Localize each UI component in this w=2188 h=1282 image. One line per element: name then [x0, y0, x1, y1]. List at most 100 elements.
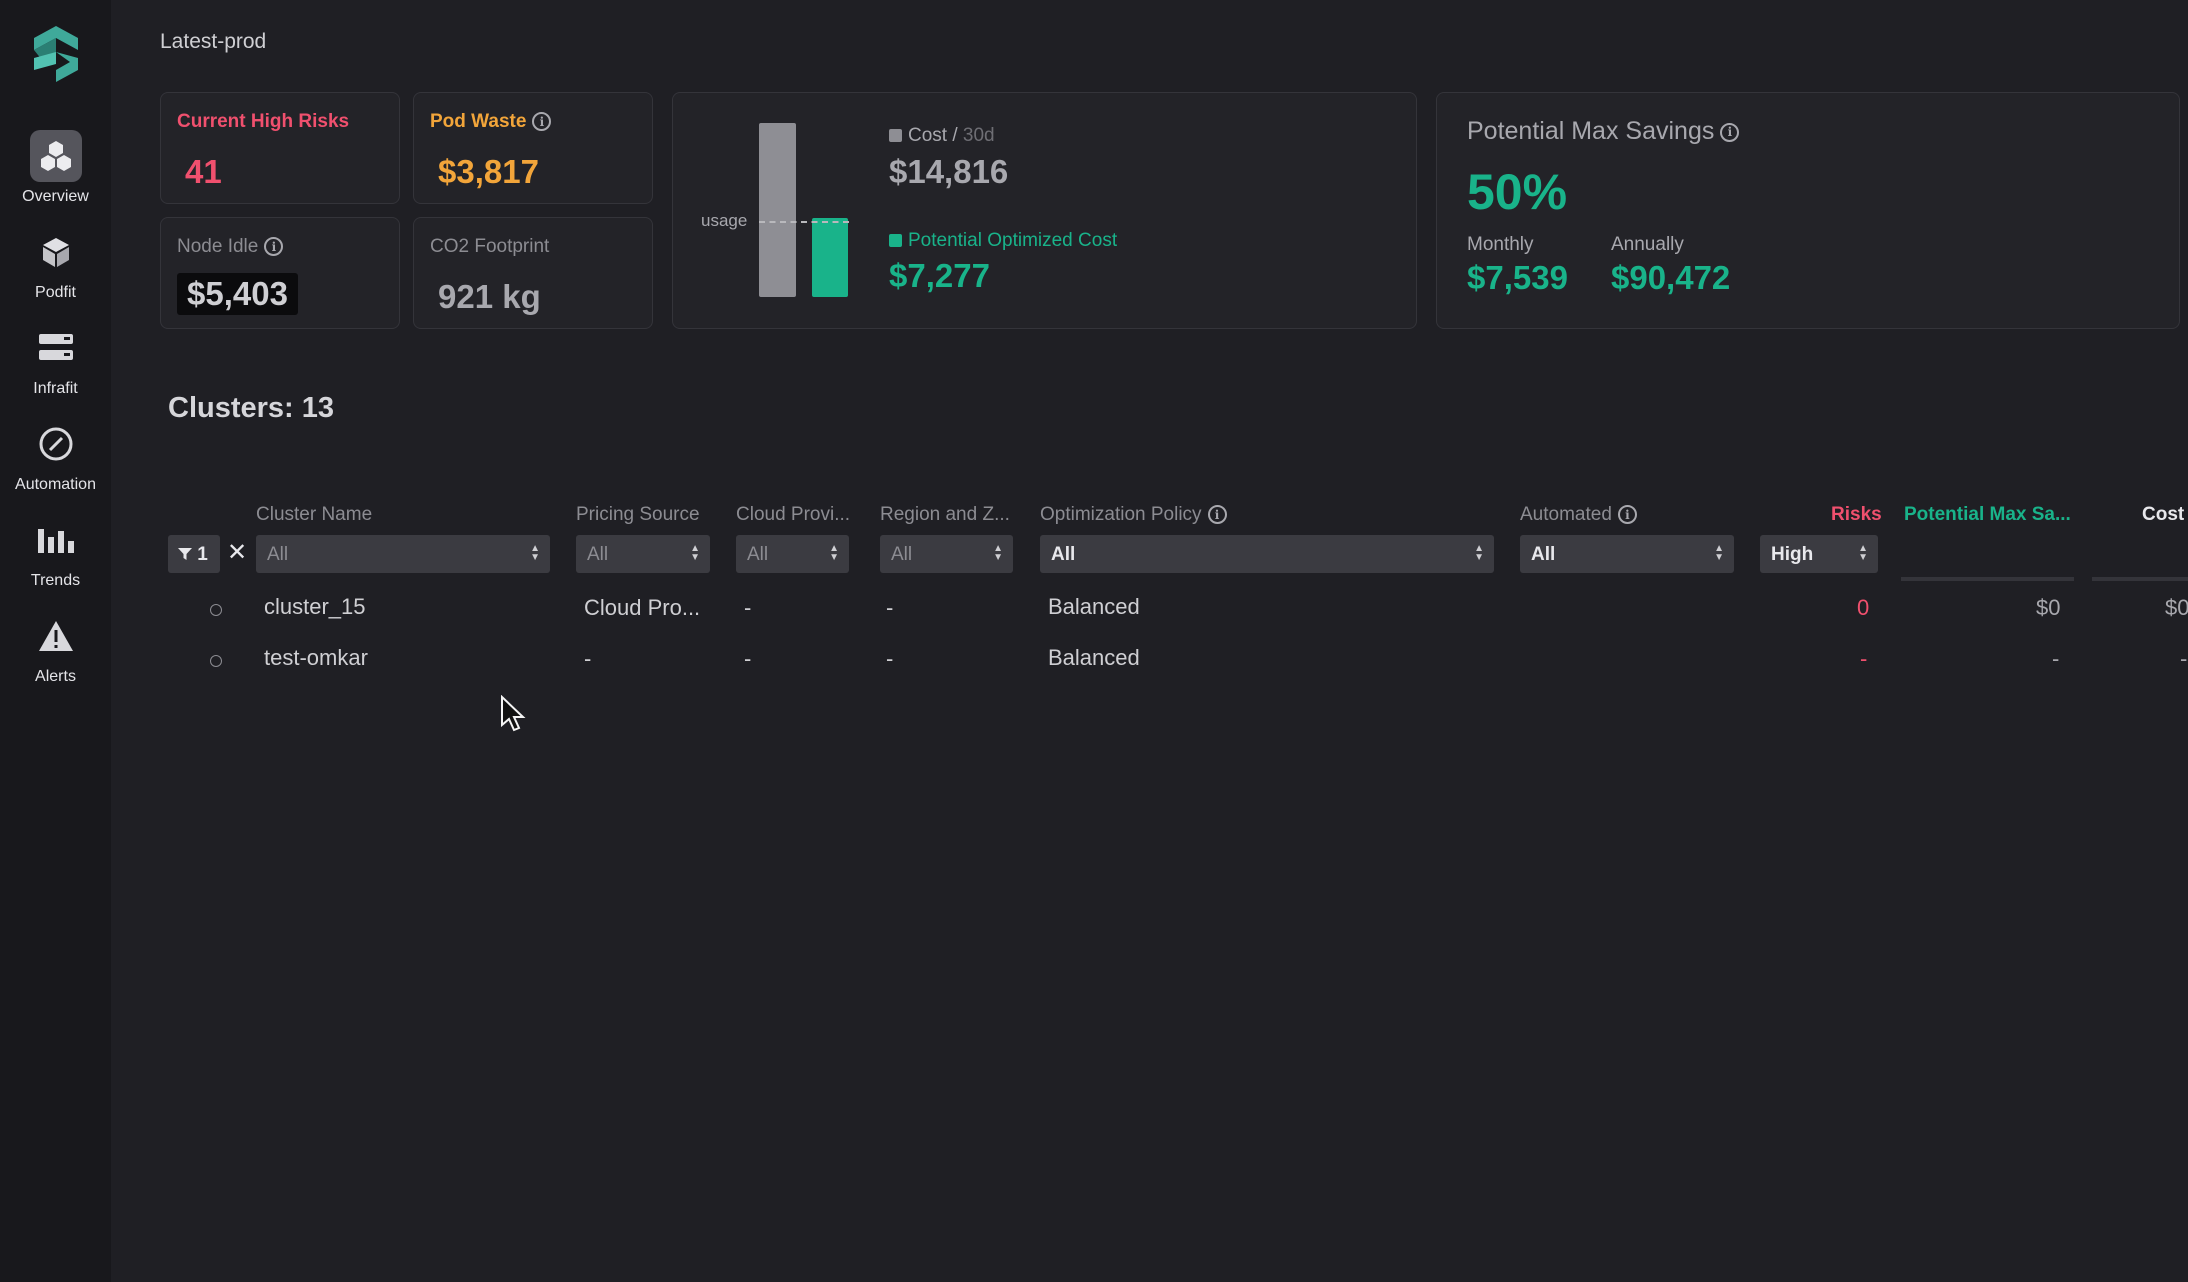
savings-column-divider — [1901, 577, 2074, 581]
sidebar-item-label: Trends — [30, 572, 81, 589]
filter-region[interactable]: All ▲ ▼ — [880, 535, 1013, 573]
clusters-title: Clusters: 13 — [168, 392, 335, 424]
cell-cost: $0 — [2165, 595, 2188, 620]
bar-chart-icon — [37, 529, 74, 553]
optimized-cost-bar — [812, 218, 848, 297]
col-head-region[interactable]: Region and Z... — [880, 504, 1010, 526]
filter-optimization-policy[interactable]: All ▲ ▼ — [1040, 535, 1494, 573]
sidebar-item-alerts[interactable]: Alerts — [0, 610, 111, 686]
sidebar-item-trends[interactable]: Trends — [0, 514, 111, 590]
sidebar-item-label: Alerts — [35, 668, 76, 685]
clear-filter-icon[interactable]: ✕ — [227, 538, 247, 567]
filter-value: All — [1531, 544, 1556, 565]
row-select-radio[interactable] — [210, 655, 222, 667]
cell-risks: 0 — [1857, 595, 1870, 620]
filter-value: High — [1771, 544, 1814, 565]
savings-title: Potential Max Savings — [1467, 117, 1715, 145]
savings-percent: 50% — [1467, 164, 1568, 220]
co2-label: CO2 Footprint — [430, 236, 550, 257]
usage-label: usage — [701, 211, 748, 230]
row-select-radio[interactable] — [210, 604, 222, 616]
savings-card: Potential Max Savings i 50% Monthly $7,53… — [1436, 92, 2180, 329]
col-head-automated[interactable]: Automated — [1520, 504, 1612, 525]
co2-card[interactable]: CO2 Footprint 921 kg — [413, 217, 653, 329]
filter-cloud-provider[interactable]: All ▲ ▼ — [736, 535, 849, 573]
cost-value: $14,816 — [889, 153, 1009, 190]
mouse-cursor-icon — [501, 695, 526, 732]
optimized-legend-swatch — [889, 234, 902, 247]
cube-icon — [42, 238, 69, 267]
cell-optimization-policy: Balanced — [1048, 594, 1140, 619]
annually-label: Annually — [1611, 234, 1684, 255]
high-risks-value: 41 — [185, 153, 222, 190]
filter-value: All — [891, 544, 913, 565]
monthly-label: Monthly — [1467, 234, 1534, 255]
sidebar-item-label: Automation — [15, 476, 96, 493]
cost-legend-swatch — [889, 129, 902, 142]
filter-value: All — [747, 544, 769, 565]
sidebar-item-label: Podfit — [35, 284, 76, 301]
filter-icon — [178, 548, 192, 560]
node-idle-value: $5,403 — [177, 273, 298, 315]
cell-cluster-name[interactable]: cluster_15 — [264, 594, 366, 620]
server-icon — [38, 334, 73, 360]
col-head-optimization-policy[interactable]: Optimization Policy — [1040, 504, 1202, 525]
col-head-pricing-source[interactable]: Pricing Source — [576, 504, 700, 526]
col-head-cloud-provider[interactable]: Cloud Provi... — [736, 504, 850, 526]
gauge-icon — [39, 427, 72, 461]
filter-automated[interactable]: All ▲ ▼ — [1520, 535, 1734, 573]
pod-waste-label: Pod Waste — [430, 111, 527, 132]
sidebar-item-overview[interactable]: Overview — [0, 130, 111, 206]
filter-cluster-name[interactable]: All ▲ ▼ — [256, 535, 550, 573]
cell-risks: - — [1860, 646, 1868, 671]
info-icon[interactable]: i — [1720, 122, 1740, 142]
active-filter-badge[interactable]: 1 — [168, 535, 220, 573]
cell-potential-savings: $0 — [2036, 595, 2061, 620]
cell-potential-savings: - — [2052, 646, 2060, 671]
info-icon[interactable]: i — [532, 112, 552, 132]
pod-waste-value: $3,817 — [438, 153, 539, 190]
usage-line — [759, 221, 849, 223]
monthly-value: $7,539 — [1467, 259, 1568, 296]
cost-card: usage Cost / 30d $14,816 Potential Optim… — [672, 92, 1417, 329]
annually-value: $90,472 — [1611, 259, 1731, 296]
pod-waste-card[interactable]: Pod Waste i $3,817 — [413, 92, 653, 204]
sidebar-item-automation[interactable]: Automation — [0, 418, 111, 494]
filter-value: All — [587, 544, 609, 565]
sidebar-item-podfit[interactable]: Podfit — [0, 226, 111, 302]
col-head-cost[interactable]: Cost — [2142, 504, 2184, 526]
info-icon[interactable]: i — [1617, 505, 1637, 525]
filter-pricing-source[interactable]: All ▲ ▼ — [576, 535, 710, 573]
cell-pricing-source: - — [584, 646, 592, 671]
node-idle-label: Node Idle — [177, 236, 259, 257]
filter-risks[interactable]: High ▲ ▼ — [1760, 535, 1878, 573]
cost-bar — [759, 123, 796, 297]
warning-icon — [38, 621, 73, 651]
col-head-potential-savings[interactable]: Potential Max Sa... — [1904, 504, 2071, 526]
cubes-icon — [40, 141, 71, 171]
app-logo-icon[interactable] — [30, 24, 82, 84]
cell-region: - — [886, 595, 894, 620]
cell-cost: - — [2180, 646, 2188, 671]
cell-cluster-name[interactable]: test-omkar — [264, 645, 368, 671]
filter-count: 1 — [197, 544, 208, 565]
co2-value: 921 kg — [438, 278, 541, 315]
col-head-cluster-name[interactable]: Cluster Name — [256, 504, 372, 526]
cost-column-divider — [2092, 577, 2188, 581]
info-icon[interactable]: i — [1207, 505, 1227, 525]
sidebar: Overview Podfit Infrafit Automation Tren… — [0, 0, 111, 1282]
high-risks-card[interactable]: Current High Risks 41 — [160, 92, 400, 204]
col-head-risks[interactable]: Risks — [1831, 504, 1882, 526]
cell-cloud-provider: - — [744, 595, 752, 620]
node-idle-card[interactable]: Node Idle i $5,403 — [160, 217, 400, 329]
cost-period: 30d — [962, 125, 995, 146]
info-icon[interactable]: i — [264, 237, 284, 257]
cell-region: - — [886, 646, 894, 671]
filter-value: All — [267, 544, 289, 565]
sidebar-item-infrafit[interactable]: Infrafit — [0, 322, 111, 398]
optimized-label: Potential Optimized Cost — [908, 230, 1118, 251]
page-title: Latest-prod — [160, 30, 267, 53]
sidebar-item-label: Overview — [22, 188, 89, 205]
optimized-value: $7,277 — [889, 257, 990, 294]
cell-cloud-provider: - — [744, 646, 752, 671]
